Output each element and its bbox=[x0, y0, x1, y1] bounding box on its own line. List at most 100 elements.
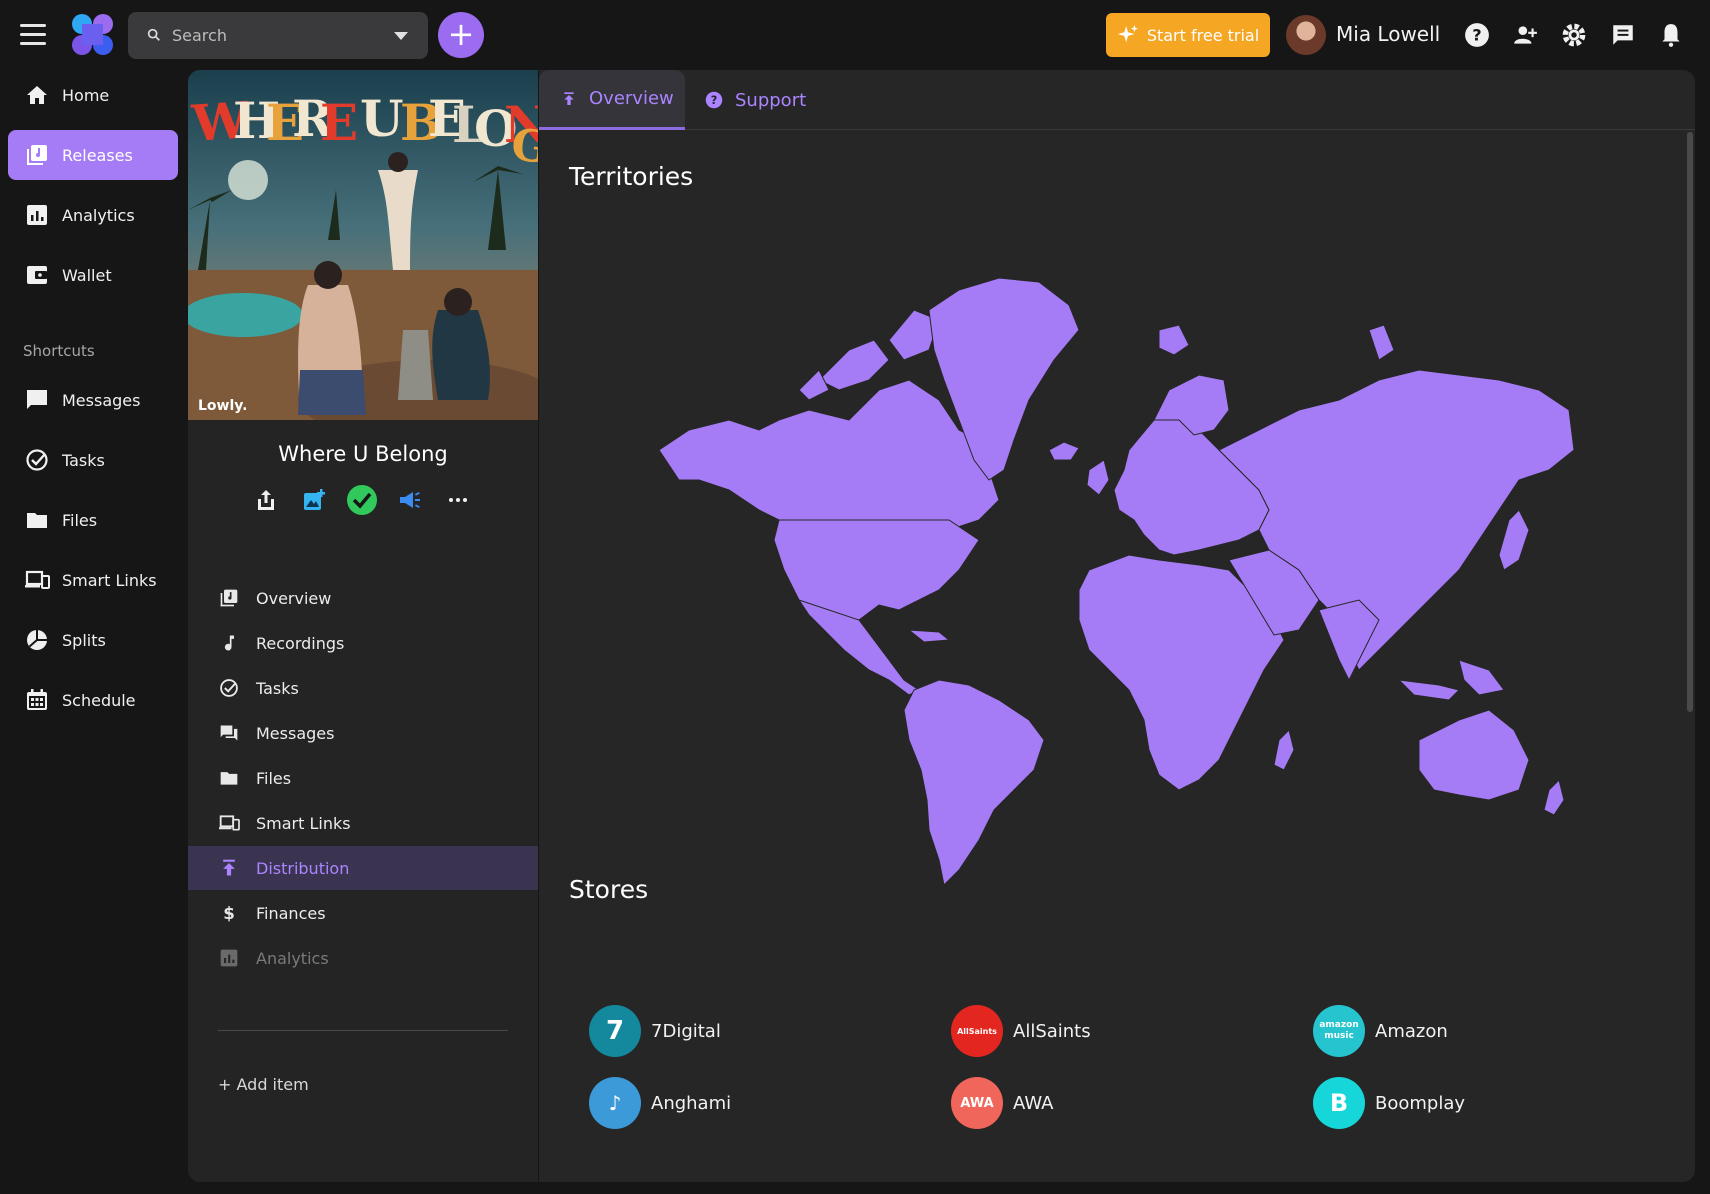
add-user-icon[interactable] bbox=[1512, 22, 1538, 48]
nav-files[interactable]: Files bbox=[8, 495, 178, 545]
add-button[interactable]: + bbox=[438, 12, 484, 58]
nav-wallet[interactable]: Wallet bbox=[8, 250, 178, 300]
svg-text:E: E bbox=[320, 93, 358, 152]
release-menu-distribution[interactable]: Distribution bbox=[188, 846, 538, 890]
nav-tasks[interactable]: Tasks bbox=[8, 435, 178, 485]
search-icon bbox=[147, 28, 160, 41]
tab-support[interactable]: ? Support bbox=[705, 70, 835, 130]
avatar[interactable] bbox=[1286, 15, 1326, 55]
store-7digital[interactable]: 7 7Digital bbox=[589, 1005, 721, 1057]
release-title: Where U Belong bbox=[278, 442, 448, 466]
tab-overview-label: Overview bbox=[589, 88, 674, 109]
messages-icon bbox=[220, 725, 238, 741]
store-boomplay[interactable]: B Boomplay bbox=[1313, 1077, 1465, 1129]
analytics-icon bbox=[220, 949, 238, 967]
nav-messages-label: Messages bbox=[62, 390, 141, 410]
add-image-button[interactable] bbox=[296, 482, 332, 518]
territories-world-map bbox=[659, 277, 1575, 887]
store-name: AllSaints bbox=[1013, 1020, 1091, 1042]
message-icon bbox=[27, 390, 47, 409]
release-actions bbox=[248, 482, 478, 518]
release-cover-art[interactable]: W H E R E U B E L O N G Lowly. bbox=[188, 70, 538, 420]
store-name: Boomplay bbox=[1375, 1092, 1466, 1114]
nav-home[interactable]: Home bbox=[8, 70, 178, 120]
nav-schedule[interactable]: Schedule bbox=[8, 675, 178, 725]
top-bar: + Start free trial Mia Lowell ? bbox=[0, 0, 1710, 70]
scrollbar-thumb[interactable] bbox=[1687, 132, 1693, 712]
release-menu-tasks-label: Tasks bbox=[256, 678, 299, 698]
release-menu-recordings[interactable]: Recordings bbox=[188, 621, 538, 665]
store-awa[interactable]: AWA AWA bbox=[951, 1077, 1053, 1129]
release-menu-recordings-label: Recordings bbox=[256, 633, 345, 653]
svg-text:$: $ bbox=[223, 904, 235, 923]
music-note-icon bbox=[224, 635, 234, 651]
store-name: Amazon bbox=[1375, 1020, 1448, 1042]
release-menu-files[interactable]: Files bbox=[188, 756, 538, 800]
release-menu-messages[interactable]: Messages bbox=[188, 711, 538, 755]
nav-files-label: Files bbox=[62, 510, 98, 530]
add-image-icon bbox=[304, 489, 325, 510]
home-icon bbox=[27, 86, 47, 104]
check-circle-icon bbox=[347, 485, 377, 515]
nav-messages[interactable]: Messages bbox=[8, 375, 178, 425]
share-button[interactable] bbox=[248, 482, 284, 518]
share-icon bbox=[258, 490, 274, 510]
dollar-icon: $ bbox=[223, 904, 235, 923]
app-logo-icon[interactable] bbox=[70, 13, 116, 57]
tab-bar: Overview ? Support bbox=[539, 70, 1695, 130]
release-menu-smart-links-label: Smart Links bbox=[256, 813, 351, 833]
tab-overview[interactable]: Overview bbox=[539, 70, 685, 130]
megaphone-icon bbox=[400, 492, 420, 508]
store-logo-anghami-icon: ♪ bbox=[589, 1077, 641, 1129]
help-icon: ? bbox=[705, 91, 723, 109]
territories-heading: Territories bbox=[569, 162, 694, 191]
release-menu-finances-label: Finances bbox=[256, 903, 326, 923]
nav-analytics[interactable]: Analytics bbox=[8, 190, 178, 240]
user-name[interactable]: Mia Lowell bbox=[1336, 22, 1440, 46]
nav-releases-label: Releases bbox=[62, 145, 133, 165]
release-menu-tasks[interactable]: Tasks bbox=[188, 666, 538, 710]
pie-icon bbox=[27, 630, 47, 650]
nav-wallet-label: Wallet bbox=[62, 265, 112, 285]
start-trial-button[interactable]: Start free trial bbox=[1106, 13, 1270, 57]
calendar-icon bbox=[27, 689, 47, 710]
store-allsaints[interactable]: AllSaints AllSaints bbox=[951, 1005, 1091, 1057]
more-horizontal-icon bbox=[449, 498, 467, 502]
release-menu-overview[interactable]: Overview bbox=[188, 576, 538, 620]
nav-smart-links-label: Smart Links bbox=[62, 570, 157, 590]
nav-splits-label: Splits bbox=[62, 630, 106, 650]
folder-icon bbox=[27, 513, 47, 528]
menu-icon[interactable] bbox=[20, 24, 46, 46]
tasks-icon bbox=[220, 679, 238, 697]
devices-icon bbox=[25, 570, 50, 589]
store-amazon[interactable]: amazon music Amazon bbox=[1313, 1005, 1448, 1057]
release-menu-analytics: Analytics bbox=[188, 936, 538, 980]
menu-divider bbox=[218, 1030, 508, 1031]
chat-icon[interactable] bbox=[1610, 22, 1636, 48]
help-icon[interactable]: ? bbox=[1464, 22, 1490, 48]
promote-button[interactable] bbox=[392, 482, 428, 518]
nav-splits[interactable]: Splits bbox=[8, 615, 178, 665]
add-item-button[interactable]: + Add item bbox=[218, 1075, 309, 1094]
nav-smart-links[interactable]: Smart Links bbox=[8, 555, 178, 605]
release-menu-smart-links[interactable]: Smart Links bbox=[188, 801, 538, 845]
sparkle-icon bbox=[1117, 24, 1138, 43]
store-anghami[interactable]: ♪ Anghami bbox=[589, 1077, 731, 1129]
search-dropdown-icon[interactable] bbox=[394, 32, 408, 40]
more-options-button[interactable] bbox=[440, 482, 476, 518]
approved-status-button[interactable] bbox=[344, 482, 380, 518]
nav-home-label: Home bbox=[62, 85, 110, 105]
store-name: 7Digital bbox=[651, 1020, 721, 1042]
stores-heading: Stores bbox=[569, 875, 649, 904]
search-input[interactable] bbox=[172, 12, 382, 59]
search-box[interactable] bbox=[128, 12, 428, 59]
nav-releases[interactable]: Releases bbox=[8, 130, 178, 180]
svg-text:?: ? bbox=[1472, 25, 1481, 44]
store-name: Anghami bbox=[651, 1092, 732, 1114]
release-menu-finances[interactable]: $ Finances bbox=[188, 891, 538, 935]
start-trial-label: Start free trial bbox=[1146, 25, 1260, 45]
notification-bell-icon[interactable] bbox=[1658, 22, 1684, 48]
store-name: AWA bbox=[1013, 1092, 1054, 1114]
settings-icon[interactable] bbox=[1561, 22, 1587, 48]
nav-analytics-label: Analytics bbox=[62, 205, 135, 225]
